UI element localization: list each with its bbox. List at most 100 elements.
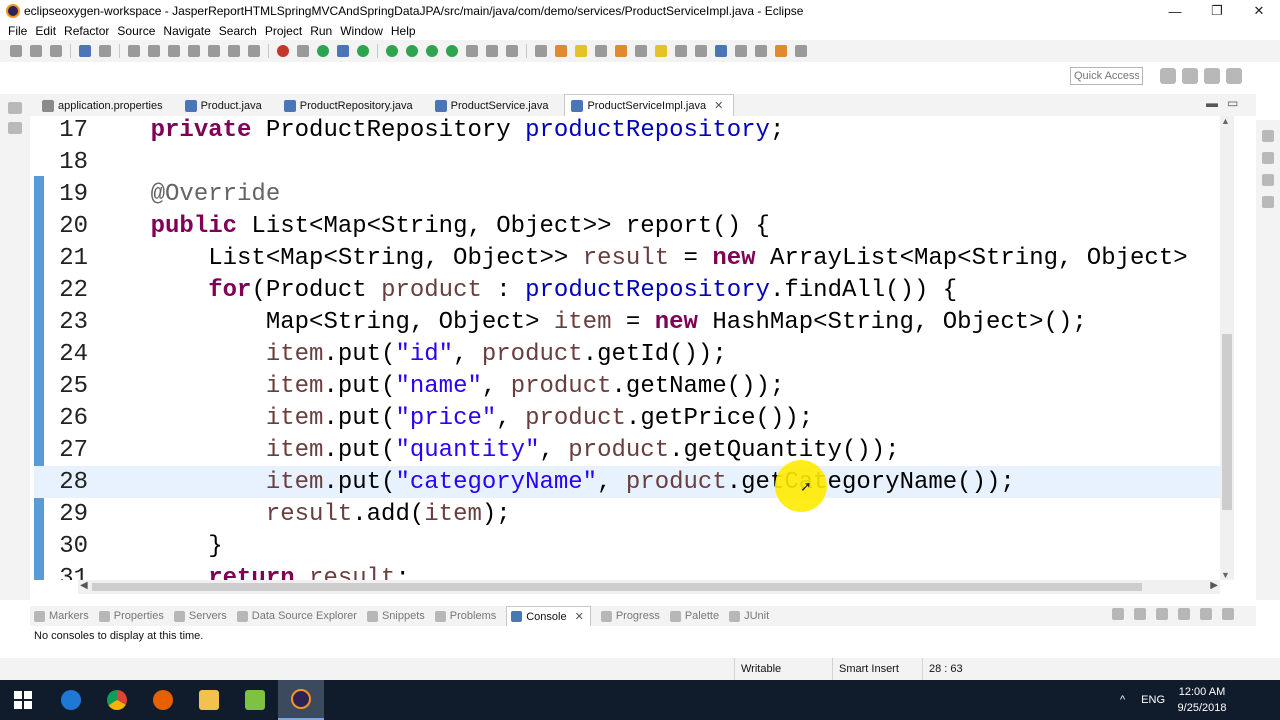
build-icon[interactable] (466, 45, 478, 57)
tab-product-java[interactable]: Product.java (179, 96, 272, 116)
taskbar-edge[interactable] (48, 680, 94, 720)
code-line[interactable]: 20 public List<Map<String, Object>> repo… (34, 210, 1220, 242)
tab-application-properties[interactable]: application.properties (36, 96, 173, 116)
pin-console-icon[interactable] (1112, 608, 1124, 620)
start-button[interactable] (0, 680, 46, 720)
tab-servers[interactable]: Servers (173, 606, 227, 626)
resume-icon[interactable] (128, 45, 140, 57)
highlight-icon[interactable] (655, 45, 667, 57)
code-line[interactable]: 27 item.put("quantity", product.getQuant… (34, 434, 1220, 466)
server-icon[interactable] (297, 45, 309, 57)
new-package-icon[interactable] (486, 45, 498, 57)
external-tools-icon[interactable] (446, 45, 458, 57)
current-code-line[interactable]: 28 item.put("categoryName", product.getC… (34, 466, 1220, 498)
tab-product-service-impl-java[interactable]: ProductServiceImpl.java ✕ (564, 94, 735, 116)
menu-file[interactable]: File (8, 24, 27, 38)
toggle-mark-icon[interactable] (337, 45, 349, 57)
tab-product-service-java[interactable]: ProductService.java (429, 96, 559, 116)
scroll-left-icon[interactable]: ◀ (80, 580, 88, 591)
code-editor[interactable]: 17 private ProductRepository productRepo… (34, 116, 1220, 580)
close-icon[interactable]: ✕ (714, 99, 723, 112)
code-line[interactable]: 17 private ProductRepository productRepo… (34, 116, 1220, 146)
save-icon[interactable] (30, 45, 42, 57)
language-indicator[interactable]: ENG (1141, 694, 1165, 706)
code-line[interactable]: 29 result.add(item); (34, 498, 1220, 530)
taskbar-file-explorer[interactable] (186, 680, 232, 720)
previous-annotation-icon[interactable] (755, 45, 767, 57)
code-line[interactable]: 30 } (34, 530, 1220, 562)
menu-refactor[interactable]: Refactor (64, 24, 109, 38)
paragraph-icon[interactable] (695, 45, 707, 57)
tab-console[interactable]: Console ✕ (506, 606, 591, 626)
menu-project[interactable]: Project (265, 24, 302, 38)
task-list-icon[interactable] (1262, 174, 1274, 186)
taskbar-notepad[interactable] (232, 680, 278, 720)
skip-breakpoints-icon[interactable] (99, 45, 111, 57)
folder-icon[interactable] (615, 45, 627, 57)
taskbar-eclipse[interactable] (278, 680, 324, 720)
code-line[interactable]: 25 item.put("name", product.getName()); (34, 370, 1220, 402)
step-into-icon[interactable] (208, 45, 220, 57)
terminate-icon[interactable] (168, 45, 180, 57)
quick-access-input[interactable] (1070, 67, 1143, 85)
minimize-button[interactable]: — (1154, 0, 1196, 22)
tab-data-source-explorer[interactable]: Data Source Explorer (236, 606, 357, 626)
new-class-icon[interactable] (506, 45, 518, 57)
menu-search[interactable]: Search (219, 24, 257, 38)
terminal-icon[interactable] (79, 45, 91, 57)
maximize-editor-icon[interactable]: ▭ (1227, 96, 1238, 110)
package-explorer-icon[interactable] (8, 122, 22, 134)
taskbar-firefox[interactable] (140, 680, 186, 720)
minimized-view-icon[interactable] (1262, 196, 1274, 208)
scrollbar-thumb[interactable] (1222, 334, 1232, 510)
tab-junit[interactable]: JUnit (729, 606, 769, 626)
step-over-icon[interactable] (228, 45, 240, 57)
tab-markers[interactable]: Markers (34, 606, 89, 626)
editor-horizontal-scrollbar[interactable]: ◀ ▶ (78, 580, 1220, 594)
coverage-icon[interactable] (426, 45, 438, 57)
start-server-icon[interactable] (317, 45, 329, 57)
code-line[interactable]: 23 Map<String, Object> item = new HashMa… (34, 306, 1220, 338)
menu-run[interactable]: Run (310, 24, 332, 38)
code-line[interactable]: 19 @Override (34, 178, 1220, 210)
minimize-editor-icon[interactable]: ▬ (1206, 96, 1218, 110)
minimize-panel-icon[interactable] (1200, 608, 1212, 620)
disconnect-icon[interactable] (188, 45, 200, 57)
tab-properties[interactable]: Properties (98, 606, 164, 626)
suspend-icon[interactable] (148, 45, 160, 57)
restore-icon[interactable] (1262, 130, 1274, 142)
java-perspective-icon[interactable] (1204, 68, 1220, 84)
code-line[interactable]: 22 for(Product product : productReposito… (34, 274, 1220, 306)
scrollbar-thumb[interactable] (92, 583, 1142, 591)
menu-window[interactable]: Window (340, 24, 383, 38)
pin-icon[interactable] (635, 45, 647, 57)
globe-icon[interactable] (715, 45, 727, 57)
display-console-icon[interactable] (1134, 608, 1146, 620)
console-view[interactable]: No consoles to display at this time. (30, 626, 1256, 658)
menu-navigate[interactable]: Navigate (163, 24, 210, 38)
view-menu-icon[interactable] (1178, 608, 1190, 620)
maximize-button[interactable]: ❐ (1196, 0, 1238, 22)
tab-palette[interactable]: Palette (669, 606, 719, 626)
debug-perspective-icon[interactable] (1226, 68, 1242, 84)
code-line[interactable]: 26 item.put("price", product.getPrice())… (34, 402, 1220, 434)
tab-product-repository-java[interactable]: ProductRepository.java (278, 96, 423, 116)
annotation-icon[interactable] (595, 45, 607, 57)
scroll-right-icon[interactable]: ▶ (1210, 580, 1218, 591)
tray-chevron-icon[interactable]: ^ (1120, 694, 1125, 706)
open-console-icon[interactable] (1156, 608, 1168, 620)
menu-help[interactable]: Help (391, 24, 416, 38)
code-line[interactable]: 24 item.put("id", product.getId()); (34, 338, 1220, 370)
outline-icon[interactable] (1262, 152, 1274, 164)
restore-icon[interactable] (8, 102, 22, 114)
tab-snippets[interactable]: Snippets (366, 606, 425, 626)
search-icon[interactable] (575, 45, 587, 57)
tab-problems[interactable]: Problems (434, 606, 496, 626)
tab-progress[interactable]: Progress (600, 606, 660, 626)
scroll-up-icon[interactable]: ▲ (1221, 116, 1230, 126)
menu-edit[interactable]: Edit (35, 24, 56, 38)
next-annotation-icon[interactable] (735, 45, 747, 57)
refresh-icon[interactable] (357, 45, 369, 57)
taskbar-chrome[interactable] (94, 680, 140, 720)
code-line[interactable]: 21 List<Map<String, Object>> result = ne… (34, 242, 1220, 274)
